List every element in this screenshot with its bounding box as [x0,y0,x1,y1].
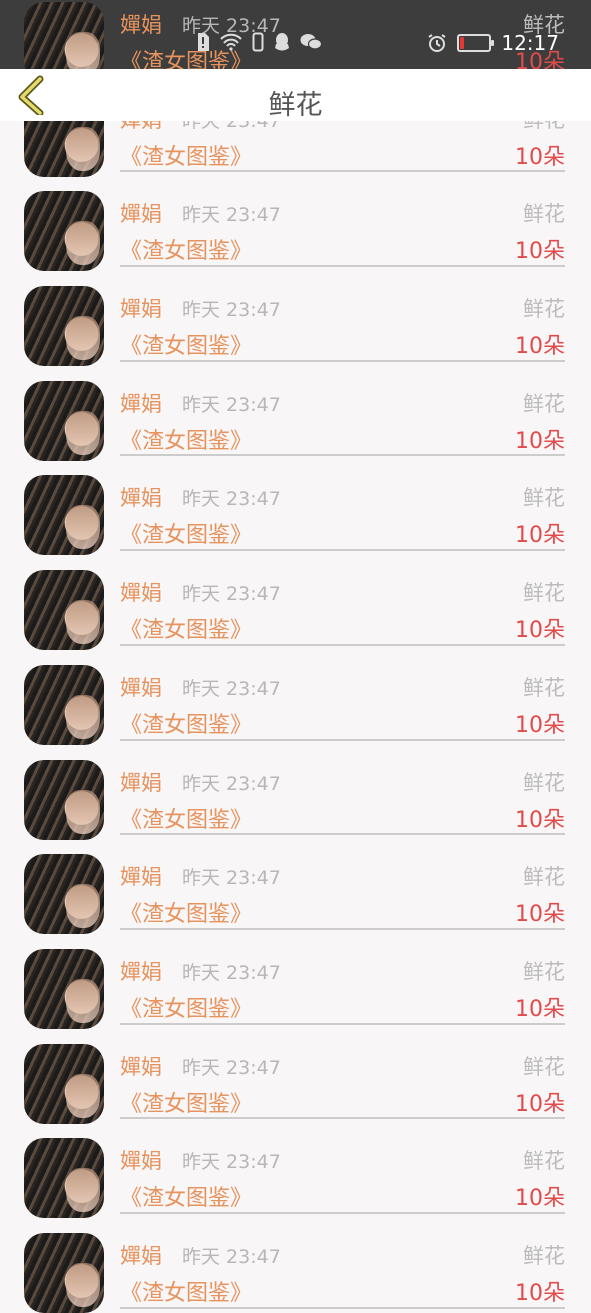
gift-amount: 10朵 [515,618,565,644]
book-title[interactable]: 《渣女图鉴》 [120,612,252,644]
gift-type: 鲜花 [523,1243,565,1268]
avatar[interactable] [24,191,104,272]
list-item[interactable]: 嬋娟昨天 23:47 鲜花《渣女图鉴》 10朵 [0,740,591,840]
avatar[interactable] [24,1043,104,1124]
gift-type: 鲜花 [523,391,565,416]
list-item[interactable]: 嬋娟昨天 23:47 鲜花《渣女图鉴》 10朵 [0,1118,591,1219]
gift-amount: 10朵 [515,902,565,928]
user-name: 嬋娟 [120,1054,162,1079]
list-item[interactable]: 嬋娟昨天 23:47 鲜花《渣女图鉴》 10朵 [0,171,591,272]
timestamp: 昨天 23:47 [182,772,281,795]
gift-type: 鲜花 [523,581,565,606]
book-title[interactable]: 《渣女图鉴》 [120,233,252,265]
gift-amount: 10朵 [515,996,565,1022]
gift-type: 鲜花 [523,1149,565,1174]
user-name: 嬋娟 [120,770,162,795]
list-item[interactable]: 嬋娟昨天 23:47 鲜花《渣女图鉴》 10朵 [0,455,591,556]
list-item[interactable]: 嬋娟昨天 23:47鲜花《渣女图鉴》10朵 [0,0,591,82]
book-title[interactable]: 《渣女图鉴》 [120,802,252,834]
timestamp: 昨天 23:47 [182,867,281,890]
divider [120,1306,565,1309]
list-item[interactable]: 嬋娟昨天 23:47 鲜花《渣女图鉴》 10朵 [0,1024,591,1124]
gift-type: 鲜花 [523,865,565,890]
timestamp: 昨天 23:47 [182,299,281,322]
timestamp: 昨天 23:47 [182,204,281,227]
book-title[interactable]: 《渣女图鉴》 [120,328,252,360]
user-name: 嬋娟 [120,959,162,984]
avatar[interactable] [24,1232,104,1313]
avatar[interactable] [24,570,104,651]
avatar[interactable] [24,475,104,556]
avatar[interactable] [24,854,104,935]
user-name: 嬋娟 [120,202,162,227]
page-title: 鲜花 [268,90,323,121]
gift-type: 鲜花 [523,202,565,227]
gift-record-list: 嬋娟昨天 23:47鲜花《渣女图鉴》10朵嬋娟昨天 23:47鲜花《渣女图鉴》1… [0,0,591,1313]
gift-type: 鲜花 [523,959,565,984]
list-item[interactable]: 嬋娟昨天 23:47 鲜花《渣女图鉴》 10朵 [0,834,591,935]
book-title[interactable]: 《渣女图鉴》 [120,139,252,171]
list-item[interactable]: 嬋娟昨天 23:47 鲜花《渣女图鉴》 10朵 [0,929,591,1029]
user-name: 嬋娟 [120,391,162,416]
gift-type: 鲜花 [523,770,565,795]
gift-amount: 10朵 [515,523,565,549]
user-name: 嬋娟 [120,1149,162,1174]
gift-amount: 10朵 [515,1091,565,1117]
avatar[interactable] [24,948,104,1029]
avatar[interactable] [24,759,104,840]
book-title[interactable]: 《渣女图鉴》 [120,896,252,928]
list-item[interactable]: 嬋娟昨天 23:47 鲜花《渣女图鉴》 10朵 [0,550,591,651]
user-name: 嬋娟 [120,1243,162,1268]
timestamp: 昨天 23:47 [182,583,281,606]
gift-type: 鲜花 [523,486,565,511]
gift-type: 鲜花 [523,675,565,700]
gift-amount: 10朵 [515,239,565,265]
user-name: 嬋娟 [120,297,162,322]
gift-type: 鲜花 [523,1054,565,1079]
book-title[interactable]: 《渣女图鉴》 [120,1180,252,1212]
avatar[interactable] [24,286,104,367]
timestamp: 昨天 23:47 [182,15,281,37]
avatar[interactable] [24,1138,104,1219]
book-title[interactable]: 《渣女图鉴》 [120,1086,252,1118]
book-title[interactable]: 《渣女图鉴》 [120,423,252,455]
user-name: 嬋娟 [120,486,162,511]
list-item[interactable]: 嬋娟昨天 23:47 鲜花《渣女图鉴》 10朵 [0,645,591,745]
user-name: 嬋娟 [120,675,162,700]
avatar[interactable] [24,380,104,461]
gift-type: 鲜花 [523,13,565,37]
gift-amount: 10朵 [515,712,565,738]
nav-bar: 鲜花 [0,69,591,121]
timestamp: 昨天 23:47 [182,488,281,511]
list-item[interactable]: 嬋娟昨天 23:47 鲜花《渣女图鉴》 10朵 [0,361,591,461]
gift-amount: 10朵 [515,807,565,833]
timestamp: 昨天 23:47 [182,1151,281,1174]
timestamp: 昨天 23:47 [182,1245,281,1268]
gift-amount: 10朵 [515,1186,565,1212]
list-item[interactable]: 嬋娟昨天 23:47鲜花《渣女图鉴》10朵 [0,1213,591,1313]
user-name: 嬋娟 [120,865,162,890]
book-title[interactable]: 《渣女图鉴》 [120,991,252,1023]
timestamp: 昨天 23:47 [182,1056,281,1079]
user-name: 嬋娟 [120,13,162,37]
timestamp: 昨天 23:47 [182,393,281,416]
book-title[interactable]: 《渣女图鉴》 [120,707,252,739]
gift-amount: 10朵 [515,334,565,360]
book-title[interactable]: 《渣女图鉴》 [120,517,252,549]
avatar[interactable] [24,664,104,745]
gift-amount: 10朵 [515,144,565,170]
timestamp: 昨天 23:47 [182,677,281,700]
list-item[interactable]: 嬋娟昨天 23:47 鲜花《渣女图鉴》 10朵 [0,266,591,367]
gift-amount: 10朵 [515,428,565,454]
timestamp: 昨天 23:47 [182,961,281,984]
gift-type: 鲜花 [523,297,565,322]
user-name: 嬋娟 [120,581,162,606]
